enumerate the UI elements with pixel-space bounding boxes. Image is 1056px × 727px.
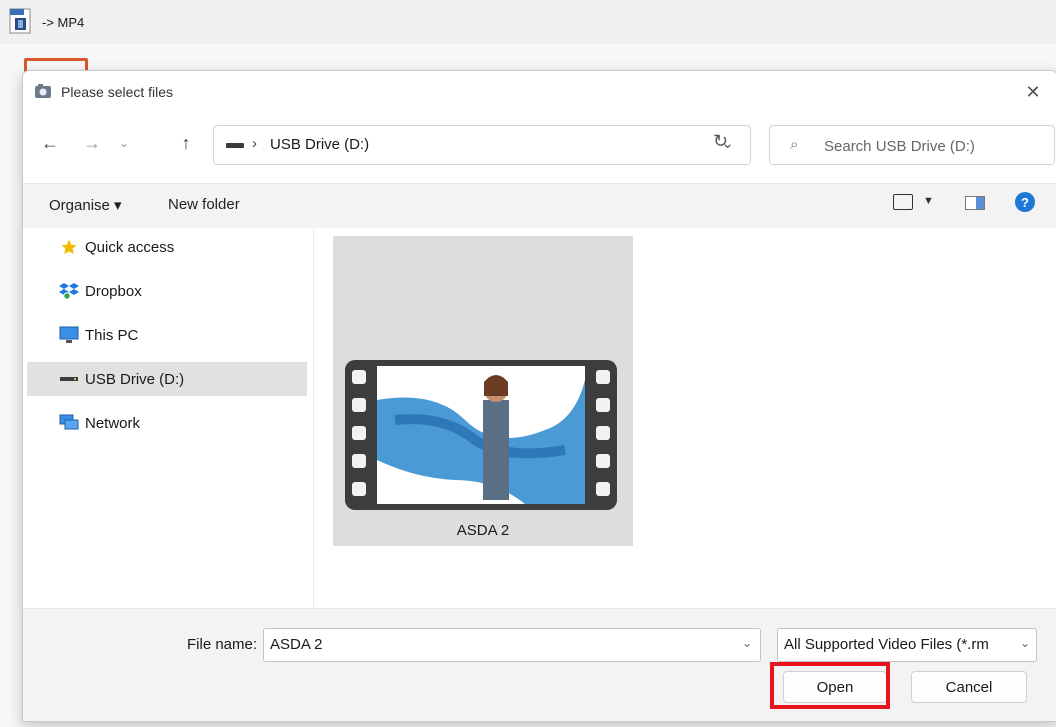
view-mode-icon[interactable] — [893, 194, 913, 210]
dropbox-icon — [59, 282, 79, 300]
address-bar[interactable]: › USB Drive (D:) ⌄ — [213, 125, 751, 165]
usb-drive-icon — [226, 143, 244, 148]
chevron-down-icon[interactable]: ⌄ — [742, 636, 752, 650]
file-name-label: File name: — [187, 636, 258, 653]
dialog-footer: File name: ASDA 2 ⌄ All Supported Video … — [23, 608, 1056, 721]
breadcrumb-separator: › — [252, 135, 257, 152]
file-name-value[interactable]: ASDA 2 — [270, 636, 323, 653]
usb-drive-icon — [59, 370, 79, 388]
help-icon[interactable]: ? — [1015, 192, 1035, 212]
sidebar-item-usb-drive[interactable]: USB Drive (D:) — [27, 362, 307, 396]
file-open-dialog: Please select files ✕ ← → ⌄ ↑ › USB Driv… — [22, 70, 1056, 722]
chevron-down-icon[interactable]: ⌄ — [111, 129, 137, 157]
sidebar-item-quick-access[interactable]: Quick access — [27, 230, 307, 264]
monitor-icon — [59, 326, 79, 344]
organise-button[interactable]: Organise ▾ — [49, 196, 122, 214]
app-title: -> MP4 — [42, 15, 85, 30]
chevron-down-icon[interactable]: ⌄ — [1016, 636, 1030, 650]
dialog-app-icon — [35, 84, 51, 98]
navigation-pane: Quick access Dropbox This PC USB Drive (… — [23, 228, 314, 608]
star-icon — [59, 238, 79, 256]
sidebar-item-dropbox[interactable]: Dropbox — [27, 274, 307, 308]
sidebar-item-network[interactable]: Network — [27, 406, 307, 440]
sidebar-item-label: Network — [85, 414, 141, 432]
close-icon[interactable]: ✕ — [1021, 80, 1045, 104]
file-name-label: ASDA 2 — [456, 522, 510, 539]
refresh-icon[interactable]: ↻ — [713, 131, 728, 152]
app-titlebar: -> MP4 — [0, 0, 1056, 44]
new-folder-button[interactable]: New folder — [168, 196, 240, 213]
navigation-bar: ← → ⌄ ↑ › USB Drive (D:) ⌄ ↻ ⌕ — [23, 117, 1056, 173]
search-box[interactable]: ⌕ — [769, 125, 1055, 165]
file-item[interactable]: ASDA 2 — [333, 236, 633, 546]
search-input[interactable] — [822, 135, 1046, 157]
breadcrumb-path[interactable]: USB Drive (D:) — [270, 136, 369, 153]
sidebar-item-label: Dropbox — [85, 282, 142, 300]
dialog-title: Please select files — [61, 84, 174, 100]
file-list: ASDA 2 — [315, 228, 1056, 608]
search-icon: ⌕ — [790, 136, 799, 153]
file-type-select[interactable]: All Supported Video Files (*.rm ⌄ — [777, 628, 1037, 662]
mp4-file-icon — [9, 8, 31, 34]
sidebar-item-this-pc[interactable]: This PC — [27, 318, 307, 352]
preview-pane-icon[interactable] — [965, 196, 985, 210]
view-mode-dropdown-icon[interactable]: ▼ — [923, 195, 934, 207]
arrow-right-icon[interactable]: → — [79, 129, 105, 157]
arrow-left-icon[interactable]: ← — [37, 129, 63, 157]
video-thumbnail — [345, 360, 617, 510]
file-name-field[interactable]: ASDA 2 ⌄ — [263, 628, 761, 662]
network-icon — [59, 414, 79, 432]
sidebar-item-label: Quick access — [85, 238, 175, 256]
command-toolbar: Organise ▾ New folder ▼ ? — [23, 183, 1056, 228]
cancel-button[interactable]: Cancel — [911, 671, 1027, 703]
sidebar-item-label: USB Drive (D:) — [85, 370, 185, 388]
sidebar-item-label: This PC — [85, 326, 139, 344]
open-button-highlight — [770, 662, 890, 709]
file-type-value[interactable]: All Supported Video Files (*.rm — [784, 636, 989, 653]
dialog-titlebar: Please select files ✕ — [23, 71, 1056, 113]
arrow-up-icon[interactable]: ↑ — [173, 129, 199, 157]
